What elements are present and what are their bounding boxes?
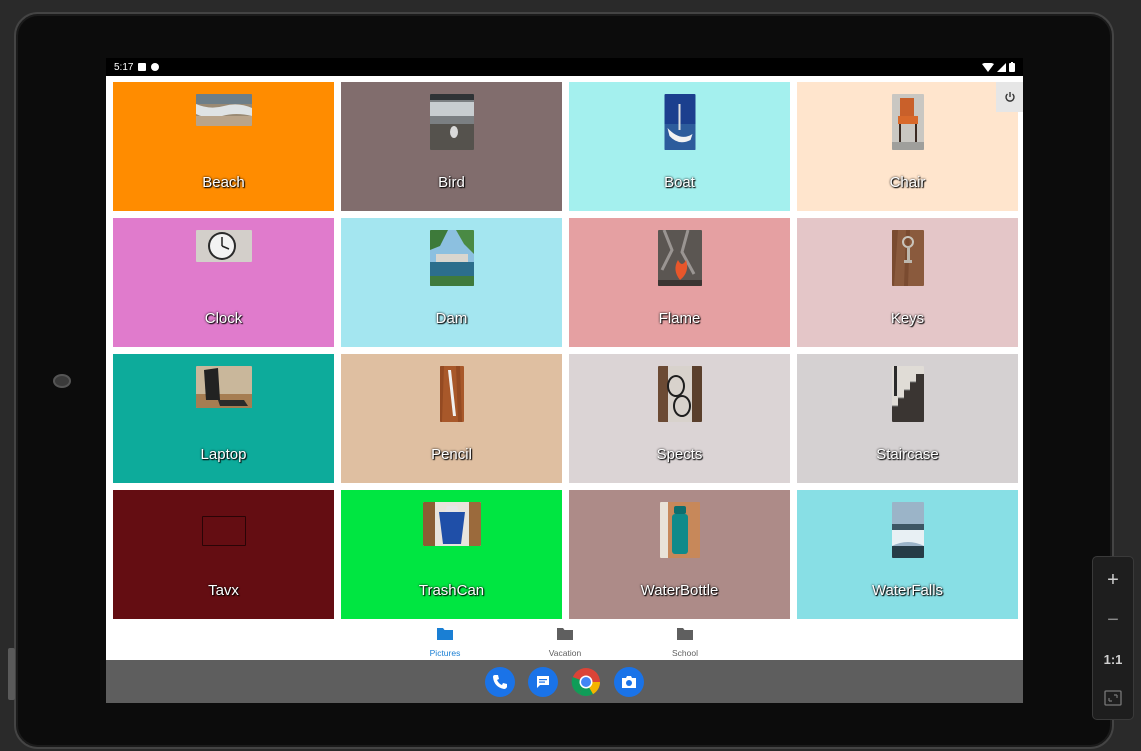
- tile-label: WaterBottle: [640, 582, 719, 599]
- nav-item-pictures[interactable]: Pictures: [405, 627, 485, 658]
- tile-label: Pencil: [431, 446, 472, 463]
- tile-boat[interactable]: Boat: [569, 82, 790, 211]
- tile-waterfalls[interactable]: WaterFalls: [797, 490, 1018, 619]
- picture-grid: Beach Bird Boat Chair Clock Dam Flame Ke…: [113, 82, 1018, 619]
- chair-thumbnail: [891, 94, 924, 150]
- tile-laptop[interactable]: Laptop: [113, 354, 334, 483]
- tile-label: Beach: [202, 174, 245, 191]
- nav-item-vacation[interactable]: Vacation: [525, 627, 605, 658]
- keys-thumbnail: [891, 230, 924, 286]
- tablet-side-button: [8, 648, 15, 700]
- tile-label: Tavx: [208, 582, 239, 599]
- nav-label: Vacation: [548, 648, 582, 658]
- laptop-thumbnail: [195, 366, 252, 408]
- app-dock: [106, 660, 1023, 703]
- tile-label: Spects: [656, 446, 703, 463]
- pencil-thumbnail: [439, 366, 464, 422]
- cell-signal-icon: [997, 62, 1006, 72]
- staircase-thumbnail: [891, 366, 924, 422]
- tile-label: Dam: [435, 310, 468, 327]
- waterfalls-thumbnail: [891, 502, 924, 558]
- beach-thumbnail: [195, 94, 252, 126]
- fit-screen-button[interactable]: [1093, 681, 1133, 715]
- tile-label: Bird: [438, 174, 465, 191]
- tile-waterbottle[interactable]: WaterBottle: [569, 490, 790, 619]
- zoom-out-button[interactable]: −: [1093, 603, 1133, 637]
- front-camera: [53, 374, 71, 388]
- tile-label: WaterFalls: [871, 582, 944, 599]
- tile-spects[interactable]: Spects: [569, 354, 790, 483]
- bird-thumbnail: [429, 94, 474, 150]
- power-icon: [1004, 92, 1015, 102]
- tile-flame[interactable]: Flame: [569, 218, 790, 347]
- tile-label: Laptop: [200, 446, 247, 463]
- tile-clock[interactable]: Clock: [113, 218, 334, 347]
- tile-tavx[interactable]: Tavx: [113, 490, 334, 619]
- fit-screen-icon: [1104, 690, 1122, 706]
- battery-icon: [1009, 62, 1015, 72]
- tile-label: Flame: [658, 310, 701, 327]
- tile-trashcan[interactable]: TrashCan: [341, 490, 562, 619]
- waterbottle-thumbnail: [659, 502, 700, 558]
- folder-icon: [677, 628, 693, 640]
- nav-label: Pictures: [429, 648, 461, 658]
- trashcan-thumbnail: [422, 502, 481, 546]
- boat-thumbnail: [664, 94, 695, 150]
- tile-label: TrashCan: [418, 582, 485, 599]
- tile-label: Boat: [664, 174, 695, 191]
- tile-keys[interactable]: Keys: [797, 218, 1018, 347]
- power-button[interactable]: [996, 82, 1023, 112]
- nav-label: School: [672, 648, 698, 658]
- tile-chair[interactable]: Chair: [797, 82, 1018, 211]
- emulator-zoom-panel: + − 1:1: [1092, 556, 1134, 720]
- chrome-app-icon[interactable]: [571, 667, 601, 697]
- tile-staircase[interactable]: Staircase: [797, 354, 1018, 483]
- folder-icon: [437, 628, 453, 640]
- bottom-navigation: Pictures Vacation School: [106, 623, 1023, 660]
- tile-label: Keys: [890, 310, 925, 327]
- camera-app-icon[interactable]: [614, 666, 644, 697]
- spects-thumbnail: [657, 366, 702, 422]
- tablet-screen: 5:17 Beach Bird Boat Chair Clock Dam Fla…: [106, 58, 1023, 703]
- clock-thumbnail: [195, 230, 252, 262]
- tile-label: Chair: [889, 174, 926, 191]
- flame-thumbnail: [657, 230, 702, 286]
- tile-label: Staircase: [876, 446, 939, 463]
- tile-beach[interactable]: Beach: [113, 82, 334, 211]
- actual-size-button[interactable]: 1:1: [1093, 642, 1133, 676]
- zoom-in-button[interactable]: +: [1093, 563, 1133, 597]
- notification-a-icon: [138, 63, 147, 71]
- tile-bird[interactable]: Bird: [341, 82, 562, 211]
- notification-chat-icon: [151, 63, 160, 71]
- tile-pencil[interactable]: Pencil: [341, 354, 562, 483]
- nav-item-school[interactable]: School: [645, 627, 725, 658]
- status-time: 5:17: [114, 61, 134, 73]
- folder-icon: [557, 628, 573, 640]
- status-bar: 5:17: [106, 58, 1023, 76]
- tavx-thumbnail-placeholder: [201, 516, 246, 546]
- tile-label: Clock: [204, 310, 243, 327]
- wifi-icon: [982, 62, 994, 72]
- tile-dam[interactable]: Dam: [341, 218, 562, 347]
- messages-app-icon[interactable]: [528, 666, 558, 697]
- dam-thumbnail: [429, 230, 474, 286]
- phone-app-icon[interactable]: [485, 666, 515, 697]
